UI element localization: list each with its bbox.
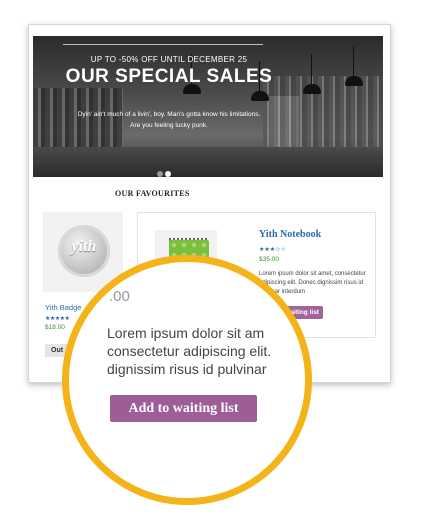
zoomed-description: Lorem ipsum dolor sit am consectetur adi… (107, 324, 305, 378)
magnifier-callout: .00 Lorem ipsum dolor sit am consectetur… (62, 255, 312, 505)
zoomed-add-to-waiting-list-button[interactable]: Add to waiting list (110, 395, 257, 422)
zoomed-price: .00 (109, 288, 130, 305)
zoomed-description-line: Lorem ipsum dolor sit am (107, 325, 265, 341)
zoomed-description-line: dignissim risus id pulvinar (107, 361, 267, 377)
zoomed-description-line: consectetur adipiscing elit. (107, 343, 272, 359)
